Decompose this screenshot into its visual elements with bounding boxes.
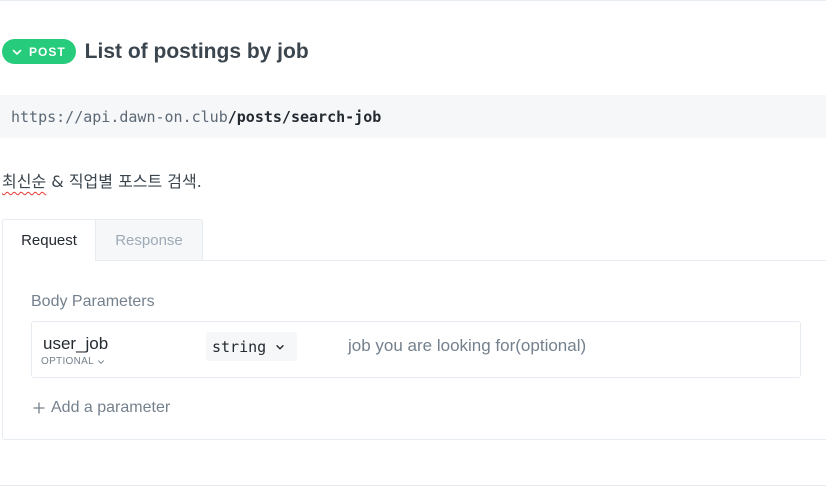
chevron-down-icon	[97, 359, 104, 364]
param-name[interactable]: user_job	[43, 334, 108, 354]
request-response-panel: Request Response Body Parameters user_jo…	[2, 219, 826, 440]
tab-bar: Request Response	[2, 219, 203, 261]
add-parameter-label: Add a parameter	[51, 399, 171, 416]
type-select[interactable]: string	[206, 332, 297, 361]
endpoint-url: https://api.dawn-on.club/posts/search-jo…	[0, 95, 826, 138]
request-panel-body: Body Parameters user_job OPTIONAL string…	[2, 260, 826, 440]
url-path: /posts/search-job	[227, 107, 382, 126]
description-text: & 직업별 포스트 검색.	[46, 172, 202, 191]
section-title: Body Parameters	[31, 293, 155, 310]
plus-icon	[33, 402, 45, 414]
tab-response[interactable]: Response	[96, 219, 203, 261]
add-parameter-button[interactable]: Add a parameter	[33, 399, 170, 417]
optional-label: OPTIONAL	[41, 356, 94, 367]
method-label: POST	[29, 44, 66, 59]
chevron-down-icon	[12, 49, 22, 55]
description-underlined-text: 최신순	[2, 172, 47, 191]
bottom-divider	[0, 485, 826, 486]
url-base: https://api.dawn-on.club	[11, 107, 228, 126]
chevron-down-icon	[276, 344, 284, 349]
param-description[interactable]: job you are looking for(optional)	[348, 336, 586, 356]
endpoint-title: List of postings by job	[84, 39, 309, 63]
param-row: user_job OPTIONAL string job you are loo…	[31, 321, 801, 378]
optional-toggle[interactable]: OPTIONAL	[41, 356, 105, 367]
top-divider	[0, 0, 826, 2]
type-value: string	[212, 337, 267, 356]
method-badge[interactable]: POST	[2, 39, 76, 64]
endpoint-header: POST List of postings by job	[2, 39, 309, 64]
endpoint-description: 최신순 & 직업별 포스트 검색.	[2, 168, 202, 192]
tab-request[interactable]: Request	[2, 219, 96, 261]
